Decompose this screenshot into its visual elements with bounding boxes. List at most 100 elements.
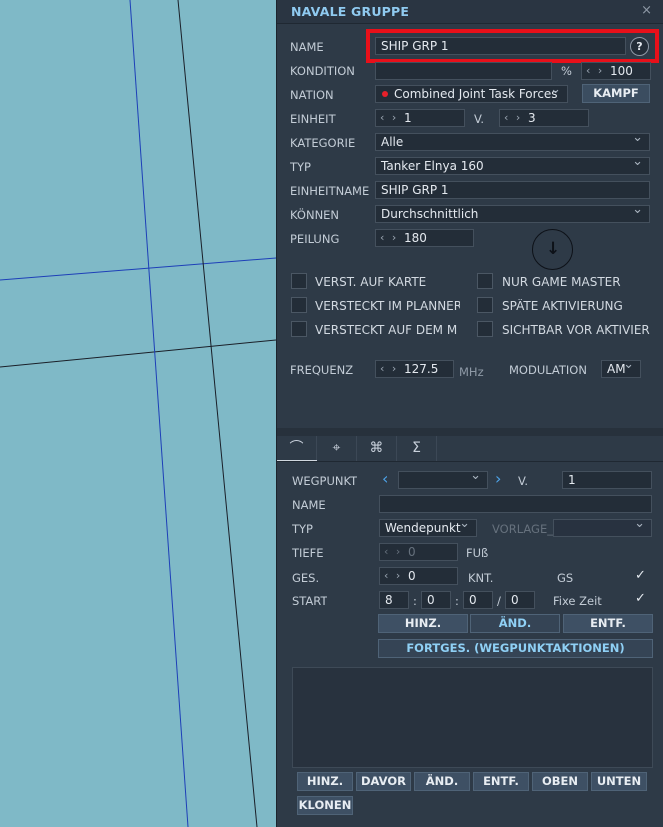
checkbox-label: VERSTECKT AUF DEM MF — [315, 323, 457, 337]
speed-input[interactable]: ‹ › 0 — [379, 567, 458, 585]
tab-targets[interactable]: ⌖ — [317, 436, 357, 461]
checkbox-visible-before-activation[interactable] — [477, 321, 493, 337]
tab-route[interactable]: ⌒ — [277, 436, 317, 461]
gs-checkbox[interactable]: ✓ — [635, 568, 646, 583]
spin-arrows-icon[interactable]: ‹ › — [586, 63, 604, 79]
checkbox-label: VERST. AUF KARTE — [315, 275, 427, 289]
action-clone-button[interactable]: KLONEN — [297, 796, 353, 815]
nation-color-dot — [382, 91, 388, 97]
nation-select[interactable]: Combined Joint Task Forces — [375, 85, 568, 103]
fixed-time-checkbox[interactable]: ✓ — [635, 591, 646, 606]
spin-arrows-icon[interactable]: ‹ › — [384, 568, 402, 584]
heading-label: PEILUNG — [290, 232, 340, 246]
unit-label: EINHEIT — [290, 112, 336, 126]
sigma-icon: Σ — [412, 440, 421, 456]
start-minutes-input[interactable]: 0 — [421, 591, 451, 609]
waypoint-select[interactable] — [398, 471, 488, 489]
continue-actions-button[interactable]: FORTGES. (WEGPUNKTAKTIONEN) — [378, 639, 653, 658]
checkbox-hidden-on-map[interactable] — [291, 273, 307, 289]
route-icon: ⌒ — [289, 440, 304, 456]
arrow-down-icon: ↓ — [546, 239, 561, 259]
fixed-time-label: Fixe Zeit — [553, 594, 602, 608]
action-edit-button[interactable]: ÄND. — [414, 772, 470, 791]
heading-dial[interactable]: ↓ — [532, 229, 573, 270]
map-grid-lines — [0, 0, 276, 827]
template-label: VORLAGE_ — [492, 522, 553, 536]
speed-label: GES. — [292, 571, 320, 585]
speed-unit: KNT. — [468, 571, 494, 585]
template-select[interactable] — [553, 519, 652, 537]
waypoint-name-label: NAME — [292, 498, 326, 512]
close-icon[interactable]: × — [641, 3, 652, 18]
action-add-button[interactable]: HINZ. — [297, 772, 353, 791]
action-insert-before-button[interactable]: DAVOR — [356, 772, 411, 791]
tab-commands[interactable]: ⌘ — [357, 436, 397, 461]
waypoint-name-input[interactable] — [379, 495, 652, 513]
checkbox-label: SICHTBAR VOR AKTIVIERU — [502, 323, 650, 337]
waypoint-type-select[interactable]: Wendepunkt — [379, 519, 477, 537]
waypoint-add-button[interactable]: HINZ. — [378, 614, 468, 633]
waypoint-delete-button[interactable]: ENTF. — [563, 614, 653, 633]
start-hours-input[interactable]: 8 — [379, 591, 409, 609]
depth-label: TIEFE — [292, 546, 324, 560]
tab-summary[interactable]: Σ — [397, 436, 437, 461]
type-label: TYP — [290, 160, 311, 174]
panel-header: NAVALE GRUPPE × — [277, 0, 663, 24]
chevron-right-icon[interactable]: › — [495, 469, 501, 488]
category-select[interactable]: Alle — [375, 133, 650, 151]
modulation-label: MODULATION — [509, 363, 587, 377]
action-down-button[interactable]: UNTEN — [591, 772, 647, 791]
spin-arrows-icon[interactable]: ‹ › — [380, 361, 398, 377]
checkbox-label: VERSTECKT IM PLANNER — [315, 299, 460, 313]
actions-list[interactable] — [292, 667, 653, 768]
depth-unit: FUß — [466, 546, 489, 560]
condition-unit: % — [561, 64, 572, 78]
start-label: START — [292, 594, 328, 608]
category-label: KATEGORIE — [290, 136, 356, 150]
nation-label: NATION — [290, 88, 334, 102]
condition-slider[interactable] — [375, 62, 552, 80]
combat-button[interactable]: KAMPF — [582, 84, 650, 103]
spin-arrows-icon[interactable]: ‹ › — [504, 110, 522, 126]
frequency-input[interactable]: ‹ › 127.5 — [375, 360, 454, 378]
action-up-button[interactable]: OBEN — [532, 772, 588, 791]
map-view[interactable] — [0, 0, 276, 827]
unit-of-label: V. — [474, 112, 485, 126]
chevron-left-icon[interactable]: ‹ — [382, 469, 388, 488]
waypoint-edit-button[interactable]: ÄND. — [470, 614, 560, 633]
skill-label: KÖNNEN — [290, 208, 340, 222]
highlight-box — [366, 29, 659, 63]
start-seconds-input[interactable]: 0 — [463, 591, 493, 609]
type-select[interactable]: Tanker Elnya 160 — [375, 157, 650, 175]
action-delete-button[interactable]: ENTF. — [473, 772, 529, 791]
waypoint-type-label: TYP — [292, 522, 313, 536]
start-day-input[interactable]: 0 — [505, 591, 535, 609]
unit-index-input[interactable]: ‹ › 1 — [375, 109, 465, 127]
depth-input[interactable]: ‹ › 0 — [379, 543, 458, 561]
checkbox-label: SPÄTE AKTIVIERUNG — [502, 299, 623, 313]
target-icon: ⌖ — [332, 440, 341, 456]
skill-select[interactable]: Durchschnittlich — [375, 205, 650, 223]
spin-arrows-icon[interactable]: ‹ › — [380, 110, 398, 126]
unitname-label: EINHEITNAME — [290, 184, 370, 198]
frequency-unit: MHz — [459, 365, 484, 379]
spin-arrows-icon[interactable]: ‹ › — [384, 544, 402, 560]
command-icon: ⌘ — [369, 440, 384, 456]
naval-group-panel: NAVALE GRUPPE × NAME SHIP GRP 1 ? KONDIT… — [276, 0, 663, 827]
checkbox-hidden-on-mfd[interactable] — [291, 321, 307, 337]
spin-arrows-icon[interactable]: ‹ › — [380, 230, 398, 246]
unitname-input[interactable]: SHIP GRP 1 — [375, 181, 650, 199]
condition-input[interactable]: ‹ › 100 — [581, 62, 651, 80]
checkbox-label: NUR GAME MASTER — [502, 275, 621, 289]
heading-input[interactable]: ‹ › 180 — [375, 229, 474, 247]
checkbox-game-master-only[interactable] — [477, 273, 493, 289]
waypoint-of-label: V. — [518, 474, 529, 488]
waypoint-total: 1 — [562, 471, 652, 489]
checkbox-hidden-in-planner[interactable] — [291, 297, 307, 313]
condition-label: KONDITION — [290, 64, 355, 78]
panel-title: NAVALE GRUPPE — [291, 4, 410, 19]
name-label: NAME — [290, 40, 324, 54]
checkbox-late-activation[interactable] — [477, 297, 493, 313]
modulation-select[interactable]: AM — [601, 360, 641, 378]
unit-total-input[interactable]: ‹ › 3 — [499, 109, 589, 127]
